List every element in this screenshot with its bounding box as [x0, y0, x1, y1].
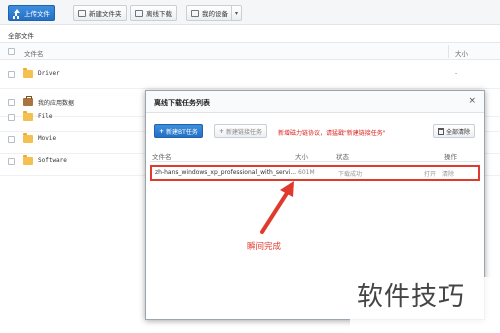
watermark: 软件技巧: [357, 282, 466, 312]
annotation-label: 瞬间完成: [247, 242, 282, 252]
